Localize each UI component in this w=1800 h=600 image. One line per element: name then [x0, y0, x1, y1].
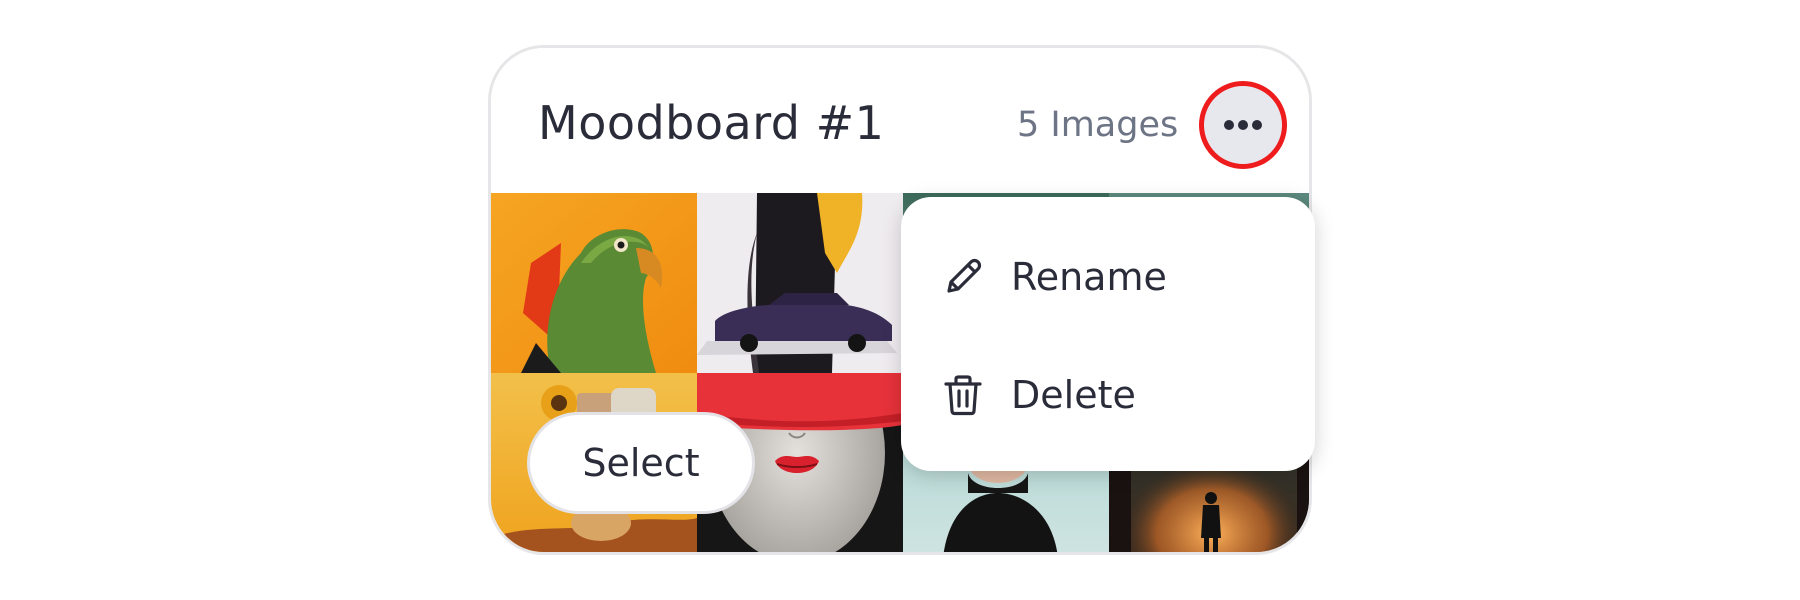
image-car[interactable] — [697, 193, 903, 373]
more-horizontal-icon — [1224, 120, 1262, 130]
moodboard-title: Moodboard #1 — [538, 96, 885, 150]
more-options-button[interactable] — [1199, 81, 1287, 169]
options-menu: Rename Delete — [901, 197, 1315, 471]
pencil-icon — [947, 258, 982, 293]
menu-item-rename[interactable]: Rename — [901, 217, 1315, 337]
menu-item-delete[interactable]: Delete — [901, 335, 1315, 455]
image-parrot[interactable] — [491, 193, 697, 373]
image-count: 5 Images — [1017, 105, 1179, 145]
trash-icon — [944, 375, 982, 416]
menu-item-rename-label: Rename — [1011, 255, 1167, 299]
select-button[interactable]: Select — [527, 412, 755, 514]
card-header: Moodboard #1 5 Images — [491, 48, 1309, 193]
menu-item-delete-label: Delete — [1011, 373, 1136, 417]
